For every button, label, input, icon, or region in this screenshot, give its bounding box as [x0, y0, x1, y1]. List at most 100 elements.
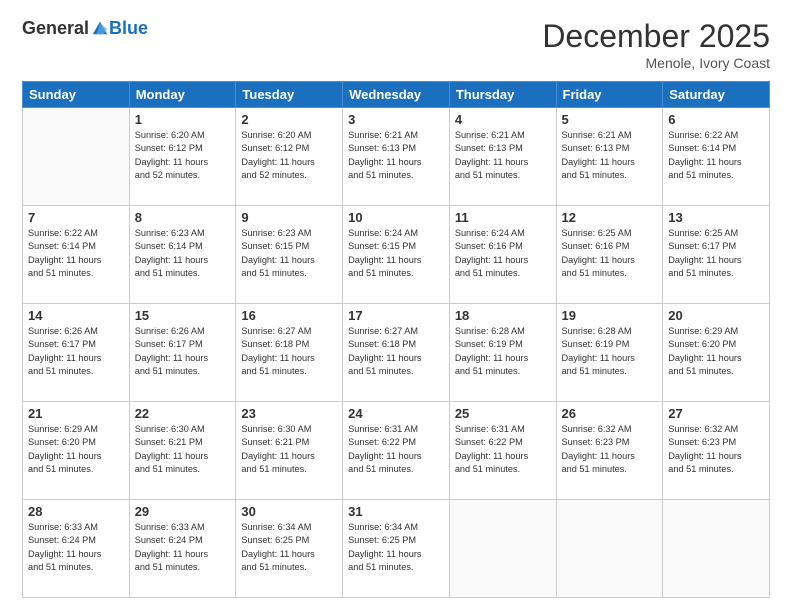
weekday-header-cell: Thursday	[449, 82, 556, 108]
day-info: Sunrise: 6:26 AMSunset: 6:17 PMDaylight:…	[28, 325, 124, 378]
day-info: Sunrise: 6:33 AMSunset: 6:24 PMDaylight:…	[135, 521, 231, 574]
calendar-week-row: 1 Sunrise: 6:20 AMSunset: 6:12 PMDaylight…	[23, 108, 770, 206]
day-info: Sunrise: 6:32 AMSunset: 6:23 PMDaylight:…	[668, 423, 764, 476]
weekday-header-cell: Friday	[556, 82, 663, 108]
day-number: 17	[348, 308, 444, 323]
calendar-day-cell	[663, 500, 770, 598]
calendar-day-cell: 31 Sunrise: 6:34 AMSunset: 6:25 PMDayligh…	[343, 500, 450, 598]
day-info: Sunrise: 6:28 AMSunset: 6:19 PMDaylight:…	[455, 325, 551, 378]
calendar-day-cell: 2 Sunrise: 6:20 AMSunset: 6:12 PMDaylight…	[236, 108, 343, 206]
day-number: 16	[241, 308, 337, 323]
day-number: 30	[241, 504, 337, 519]
day-info: Sunrise: 6:21 AMSunset: 6:13 PMDaylight:…	[348, 129, 444, 182]
day-number: 5	[562, 112, 658, 127]
calendar-day-cell	[23, 108, 130, 206]
page: General Blue December 2025 Menole, Ivory…	[0, 0, 792, 612]
calendar-day-cell: 28 Sunrise: 6:33 AMSunset: 6:24 PMDayligh…	[23, 500, 130, 598]
day-number: 24	[348, 406, 444, 421]
calendar-day-cell: 26Sunrise: 6:32 AMSunset: 6:23 PMDayligh…	[556, 402, 663, 500]
day-number: 11	[455, 210, 551, 225]
calendar-day-cell: 1 Sunrise: 6:20 AMSunset: 6:12 PMDaylight…	[129, 108, 236, 206]
day-number: 8	[135, 210, 231, 225]
day-number: 3	[348, 112, 444, 127]
logo-icon	[91, 19, 109, 37]
calendar-day-cell: 6Sunrise: 6:22 AMSunset: 6:14 PMDaylight…	[663, 108, 770, 206]
day-number: 21	[28, 406, 124, 421]
weekday-header-cell: Saturday	[663, 82, 770, 108]
day-number: 25	[455, 406, 551, 421]
calendar-body: 1 Sunrise: 6:20 AMSunset: 6:12 PMDaylight…	[23, 108, 770, 598]
day-info: Sunrise: 6:24 AMSunset: 6:15 PMDaylight:…	[348, 227, 444, 280]
day-info: Sunrise: 6:27 AMSunset: 6:18 PMDaylight:…	[241, 325, 337, 378]
logo-general-text: General	[22, 18, 89, 39]
day-number: 20	[668, 308, 764, 323]
calendar-day-cell: 17 Sunrise: 6:27 AMSunset: 6:18 PMDayligh…	[343, 304, 450, 402]
day-number: 13	[668, 210, 764, 225]
calendar-week-row: 7 Sunrise: 6:22 AMSunset: 6:14 PMDaylight…	[23, 206, 770, 304]
day-number: 4	[455, 112, 551, 127]
day-number: 31	[348, 504, 444, 519]
location-subtitle: Menole, Ivory Coast	[542, 55, 770, 71]
day-number: 1	[135, 112, 231, 127]
calendar-week-row: 21 Sunrise: 6:29 AMSunset: 6:20 PMDayligh…	[23, 402, 770, 500]
calendar-day-cell: 14 Sunrise: 6:26 AMSunset: 6:17 PMDayligh…	[23, 304, 130, 402]
day-info: Sunrise: 6:20 AMSunset: 6:12 PMDaylight:…	[135, 129, 231, 182]
day-info: Sunrise: 6:30 AMSunset: 6:21 PMDaylight:…	[241, 423, 337, 476]
calendar-day-cell: 30 Sunrise: 6:34 AMSunset: 6:25 PMDayligh…	[236, 500, 343, 598]
calendar-week-row: 14 Sunrise: 6:26 AMSunset: 6:17 PMDayligh…	[23, 304, 770, 402]
calendar-day-cell: 25Sunrise: 6:31 AMSunset: 6:22 PMDayligh…	[449, 402, 556, 500]
day-number: 27	[668, 406, 764, 421]
calendar-day-cell: 19Sunrise: 6:28 AMSunset: 6:19 PMDayligh…	[556, 304, 663, 402]
calendar-day-cell: 11 Sunrise: 6:24 AMSunset: 6:16 PMDayligh…	[449, 206, 556, 304]
day-info: Sunrise: 6:22 AMSunset: 6:14 PMDaylight:…	[28, 227, 124, 280]
day-info: Sunrise: 6:25 AMSunset: 6:17 PMDaylight:…	[668, 227, 764, 280]
day-info: Sunrise: 6:25 AMSunset: 6:16 PMDaylight:…	[562, 227, 658, 280]
calendar-table: SundayMondayTuesdayWednesdayThursdayFrid…	[22, 81, 770, 598]
day-info: Sunrise: 6:23 AMSunset: 6:14 PMDaylight:…	[135, 227, 231, 280]
day-info: Sunrise: 6:31 AMSunset: 6:22 PMDaylight:…	[348, 423, 444, 476]
calendar-day-cell: 29 Sunrise: 6:33 AMSunset: 6:24 PMDayligh…	[129, 500, 236, 598]
day-number: 28	[28, 504, 124, 519]
day-info: Sunrise: 6:21 AMSunset: 6:13 PMDaylight:…	[455, 129, 551, 182]
calendar-day-cell: 5 Sunrise: 6:21 AMSunset: 6:13 PMDaylight…	[556, 108, 663, 206]
calendar-day-cell: 20 Sunrise: 6:29 AMSunset: 6:20 PMDayligh…	[663, 304, 770, 402]
calendar-day-cell	[449, 500, 556, 598]
calendar-day-cell: 23Sunrise: 6:30 AMSunset: 6:21 PMDayligh…	[236, 402, 343, 500]
day-info: Sunrise: 6:20 AMSunset: 6:12 PMDaylight:…	[241, 129, 337, 182]
day-number: 2	[241, 112, 337, 127]
day-info: Sunrise: 6:27 AMSunset: 6:18 PMDaylight:…	[348, 325, 444, 378]
weekday-header-row: SundayMondayTuesdayWednesdayThursdayFrid…	[23, 82, 770, 108]
day-info: Sunrise: 6:21 AMSunset: 6:13 PMDaylight:…	[562, 129, 658, 182]
calendar-day-cell: 27 Sunrise: 6:32 AMSunset: 6:23 PMDayligh…	[663, 402, 770, 500]
weekday-header-cell: Tuesday	[236, 82, 343, 108]
calendar-day-cell: 10 Sunrise: 6:24 AMSunset: 6:15 PMDayligh…	[343, 206, 450, 304]
weekday-header-cell: Wednesday	[343, 82, 450, 108]
day-info: Sunrise: 6:24 AMSunset: 6:16 PMDaylight:…	[455, 227, 551, 280]
weekday-header-cell: Monday	[129, 82, 236, 108]
calendar-day-cell: 3 Sunrise: 6:21 AMSunset: 6:13 PMDaylight…	[343, 108, 450, 206]
calendar-day-cell: 15Sunrise: 6:26 AMSunset: 6:17 PMDayligh…	[129, 304, 236, 402]
day-info: Sunrise: 6:32 AMSunset: 6:23 PMDaylight:…	[562, 423, 658, 476]
day-number: 22	[135, 406, 231, 421]
day-info: Sunrise: 6:22 AMSunset: 6:14 PMDaylight:…	[668, 129, 764, 182]
calendar-day-cell: 22Sunrise: 6:30 AMSunset: 6:21 PMDayligh…	[129, 402, 236, 500]
day-number: 9	[241, 210, 337, 225]
calendar-day-cell: 7 Sunrise: 6:22 AMSunset: 6:14 PMDaylight…	[23, 206, 130, 304]
calendar-day-cell	[556, 500, 663, 598]
logo: General Blue	[22, 18, 148, 39]
logo-blue-text: Blue	[109, 18, 148, 39]
day-info: Sunrise: 6:34 AMSunset: 6:25 PMDaylight:…	[348, 521, 444, 574]
calendar-day-cell: 24 Sunrise: 6:31 AMSunset: 6:22 PMDayligh…	[343, 402, 450, 500]
day-number: 10	[348, 210, 444, 225]
day-info: Sunrise: 6:29 AMSunset: 6:20 PMDaylight:…	[668, 325, 764, 378]
calendar-day-cell: 9Sunrise: 6:23 AMSunset: 6:15 PMDaylight…	[236, 206, 343, 304]
day-info: Sunrise: 6:34 AMSunset: 6:25 PMDaylight:…	[241, 521, 337, 574]
day-info: Sunrise: 6:33 AMSunset: 6:24 PMDaylight:…	[28, 521, 124, 574]
title-block: December 2025 Menole, Ivory Coast	[542, 18, 770, 71]
calendar-week-row: 28 Sunrise: 6:33 AMSunset: 6:24 PMDayligh…	[23, 500, 770, 598]
day-info: Sunrise: 6:29 AMSunset: 6:20 PMDaylight:…	[28, 423, 124, 476]
day-number: 7	[28, 210, 124, 225]
day-number: 29	[135, 504, 231, 519]
month-title: December 2025	[542, 18, 770, 55]
day-number: 14	[28, 308, 124, 323]
